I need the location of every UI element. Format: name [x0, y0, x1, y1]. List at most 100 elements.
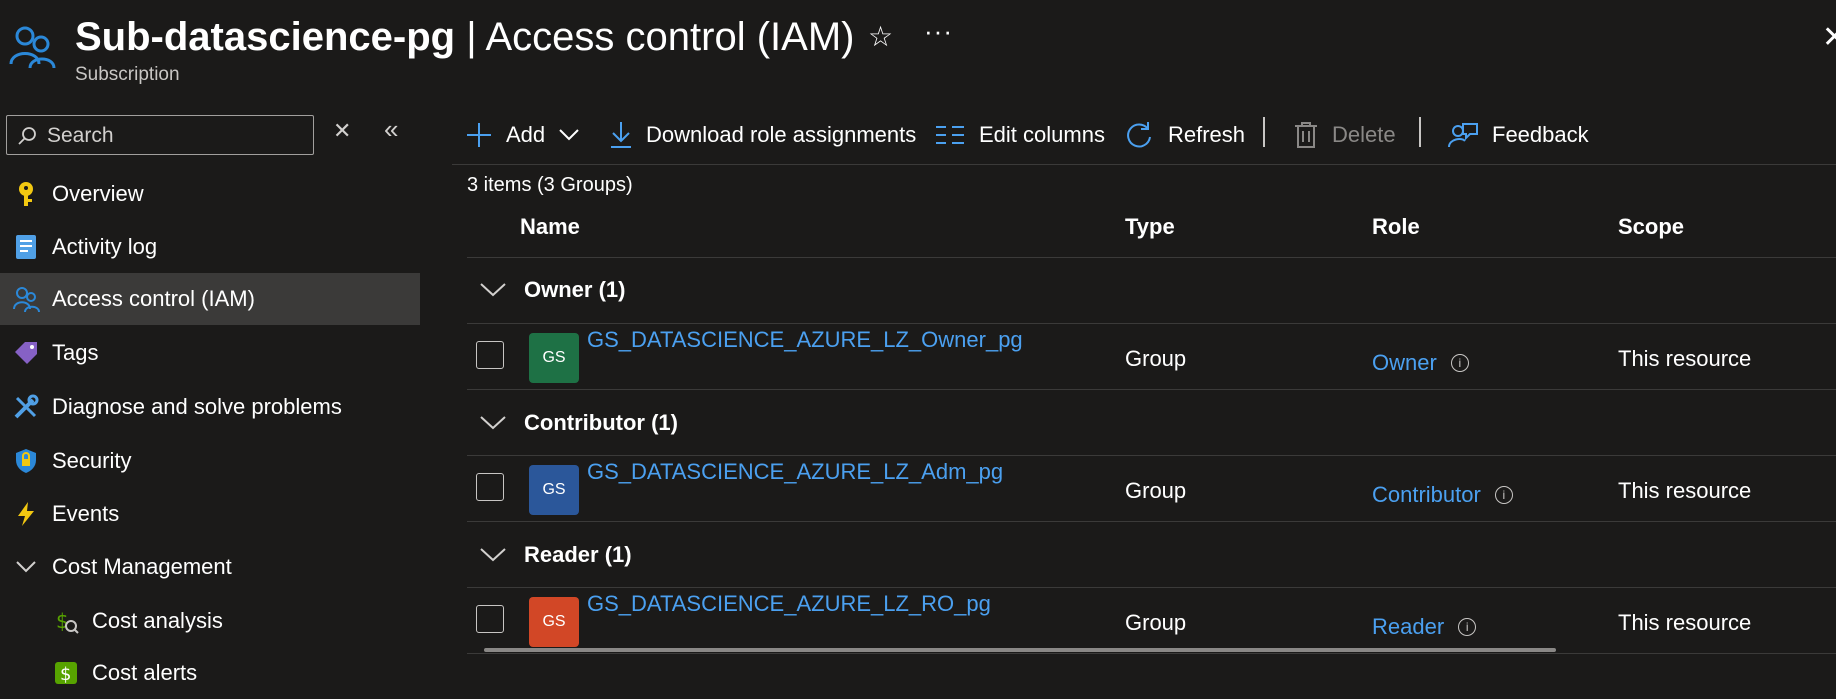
page-title: Sub-datascience-pg | Access control (IAM…: [75, 12, 854, 62]
collapse-sidebar-icon[interactable]: «: [384, 114, 398, 145]
info-icon[interactable]: i: [1458, 618, 1477, 636]
group-header-reader[interactable]: Reader (1): [480, 535, 632, 575]
info-icon[interactable]: i: [1450, 354, 1469, 372]
chevron-down-icon: [480, 548, 506, 562]
sidebar-item-cost-management[interactable]: Cost Management: [0, 541, 420, 593]
page-name: Access control (IAM): [485, 15, 855, 59]
download-role-assignments-button[interactable]: Download role assignments: [610, 115, 916, 155]
refresh-button[interactable]: Refresh: [1124, 115, 1245, 155]
row-divider: [467, 257, 1836, 258]
sidebar-item-tags[interactable]: Tags: [0, 327, 420, 379]
row-divider: [467, 323, 1836, 324]
chevron-down-icon: [12, 553, 40, 581]
role-label: Reader: [1372, 614, 1445, 639]
column-header-name[interactable]: Name: [520, 214, 580, 240]
assignment-name-link[interactable]: GS_DATASCIENCE_AZURE_LZ_Adm_pg: [587, 459, 1003, 485]
sidebar-item-label: Cost alerts: [92, 660, 198, 685]
horizontal-scrollbar[interactable]: [484, 648, 1556, 652]
edit-columns-label: Edit columns: [979, 122, 1105, 147]
close-icon[interactable]: ✕: [1822, 20, 1836, 55]
group-header-owner[interactable]: Owner (1): [480, 270, 625, 310]
toolbar-divider: [1263, 117, 1265, 147]
chevron-down-icon: [559, 129, 579, 141]
search-input[interactable]: [45, 122, 309, 150]
cell-scope: This resource: [1618, 610, 1752, 635]
sidebar-item-label: Cost analysis: [92, 608, 223, 633]
cell-scope: This resource: [1618, 478, 1752, 503]
column-header-role[interactable]: Role: [1372, 214, 1420, 240]
role-label: Owner: [1372, 350, 1437, 375]
sidebar-item-diagnose[interactable]: Diagnose and solve problems: [0, 381, 420, 433]
role-link[interactable]: Contributor i: [1372, 482, 1513, 508]
sidebar-item-events[interactable]: Events: [0, 488, 420, 540]
edit-columns-button[interactable]: Edit columns: [935, 115, 1105, 155]
row-checkbox[interactable]: [476, 341, 504, 369]
sidebar-item-label: Diagnose and solve problems: [52, 394, 342, 419]
assignment-name-link[interactable]: GS_DATASCIENCE_AZURE_LZ_Owner_pg: [587, 327, 1023, 353]
resource-name: Sub-datascience-pg: [75, 15, 456, 59]
avatar: GS: [529, 333, 579, 383]
sidebar-item-label: Tags: [52, 340, 99, 365]
group-label: Reader (1): [524, 542, 632, 567]
shield-icon: [12, 447, 40, 475]
column-header-type[interactable]: Type: [1125, 214, 1175, 240]
group-label: Contributor (1): [524, 410, 678, 435]
sidebar-item-label: Access control (IAM): [52, 286, 255, 311]
cell-type: Group: [1125, 610, 1187, 635]
more-icon[interactable]: ···: [924, 16, 953, 47]
chevron-down-icon: [480, 283, 506, 297]
column-header-scope[interactable]: Scope: [1618, 214, 1684, 240]
info-icon[interactable]: i: [1494, 486, 1513, 504]
svg-text:$: $: [60, 664, 71, 685]
feedback-button[interactable]: Feedback: [1448, 115, 1589, 155]
sidebar-item-label: Cost Management: [52, 554, 232, 579]
refresh-label: Refresh: [1168, 122, 1246, 147]
row-divider: [467, 653, 1836, 654]
group-header-contributor[interactable]: Contributor (1): [480, 403, 678, 443]
add-button[interactable]: Add: [466, 115, 579, 155]
star-icon[interactable]: ☆: [868, 20, 893, 53]
search-box[interactable]: [6, 115, 314, 155]
sidebar-item-cost-analysis[interactable]: $ Cost analysis: [0, 595, 420, 647]
row-divider: [467, 455, 1836, 456]
feedback-icon: [1448, 121, 1478, 149]
delete-label: Delete: [1332, 122, 1396, 147]
page-subtitle: Subscription: [75, 64, 180, 85]
activity-log-icon: [12, 233, 40, 261]
feedback-label: Feedback: [1492, 122, 1589, 147]
sidebar-item-access-control[interactable]: Access control (IAM): [0, 273, 420, 325]
wrench-icon: [12, 393, 40, 421]
chevron-down-icon: [480, 416, 506, 430]
refresh-icon: [1124, 120, 1154, 150]
row-divider: [467, 521, 1836, 522]
sidebar-item-overview[interactable]: Overview: [0, 168, 420, 220]
row-divider: [467, 389, 1836, 390]
sidebar-item-label: Events: [52, 501, 120, 526]
people-icon: [12, 285, 40, 313]
delete-button[interactable]: Delete: [1294, 115, 1396, 155]
clear-search-icon[interactable]: ✕: [333, 118, 351, 144]
avatar: GS: [529, 465, 579, 515]
sidebar-item-activity-log[interactable]: Activity log: [0, 221, 420, 273]
role-link[interactable]: Owner i: [1372, 350, 1469, 376]
lightning-icon: [12, 500, 40, 528]
row-checkbox[interactable]: [476, 605, 504, 633]
row-checkbox[interactable]: [476, 473, 504, 501]
sidebar-item-cost-alerts[interactable]: $ Cost alerts: [0, 647, 420, 699]
avatar: GS: [529, 597, 579, 647]
tag-icon: [12, 339, 40, 367]
cell-type: Group: [1125, 346, 1187, 371]
sidebar-item-label: Overview: [52, 181, 144, 206]
search-icon: [18, 127, 36, 145]
sidebar-item-label: Security: [52, 448, 132, 473]
cell-type: Group: [1125, 478, 1187, 503]
cell-scope: This resource: [1618, 346, 1752, 371]
assignment-name-link[interactable]: GS_DATASCIENCE_AZURE_LZ_RO_pg: [587, 591, 991, 617]
download-icon: [610, 121, 632, 149]
sidebar-item-security[interactable]: Security: [0, 435, 420, 487]
toolbar-divider-line: [452, 164, 1836, 165]
edit-columns-icon: [935, 125, 965, 145]
role-link[interactable]: Reader i: [1372, 614, 1477, 640]
row-divider: [467, 587, 1836, 588]
group-label: Owner (1): [524, 277, 626, 302]
